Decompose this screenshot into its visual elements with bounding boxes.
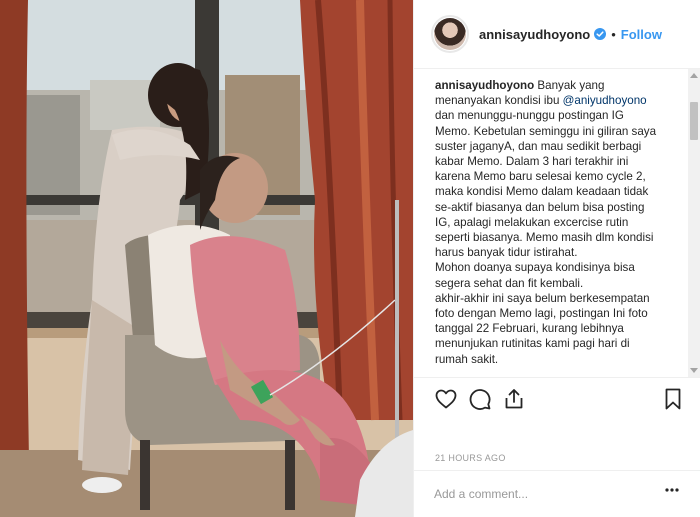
- heart-icon[interactable]: [434, 387, 458, 411]
- caption-line: tanggal 22 Februari, kurang lebihnya: [435, 321, 683, 336]
- caption-line: akhir-akhir ini saya belum berkesempatan: [435, 291, 683, 306]
- post-header: annisayudhoyono • Follow: [414, 0, 700, 69]
- follow-button[interactable]: Follow: [621, 27, 662, 42]
- comment-bar: [414, 470, 700, 517]
- post-actions: [414, 377, 700, 419]
- caption-text: harus banyak tidur istirahat.: [435, 246, 578, 260]
- caption-text: seperti biasanya. Memo masih dlm kondisi: [435, 231, 654, 245]
- caption-text: IG, apalagi melakukan excercise rutin: [435, 215, 629, 229]
- caption-scrollbar[interactable]: [688, 69, 700, 377]
- caption-text: suster jaganyA, dan mau sedikit berbagi: [435, 139, 642, 153]
- caption-text: segera sehat dan fit kembali.: [435, 276, 584, 290]
- caption-mention-link[interactable]: @aniyudhoyono: [563, 94, 647, 107]
- post-details-panel: annisayudhoyono • Follow annisayudhoyono…: [413, 0, 700, 517]
- caption-username[interactable]: annisayudhoyono: [435, 79, 534, 92]
- caption-line: kabar Memo. Dalam 3 hari terakhir ini: [435, 154, 683, 169]
- bookmark-icon[interactable]: [661, 387, 685, 411]
- caption-text: Mohon doanya supaya kondisinya bisa: [435, 261, 635, 275]
- more-options-icon[interactable]: [665, 488, 679, 492]
- post-caption: annisayudhoyono Banyak yang menanyakan ko…: [435, 78, 683, 367]
- comment-input[interactable]: [434, 484, 644, 504]
- caption-line: karena Memo baru selesai kemo cycle 2,: [435, 169, 683, 184]
- caption-line: suster jaganyA, dan mau sedikit berbagi: [435, 139, 683, 154]
- verified-badge-icon: [594, 28, 607, 40]
- caption-text: se-aktif biasanya dan belum bisa posting: [435, 200, 645, 214]
- caption-line: maka kondisi Memo dalam keadaan tidak: [435, 184, 683, 199]
- caption-line: Mohon doanya supaya kondisinya bisa: [435, 260, 683, 275]
- caption-text: karena Memo baru selesai kemo cycle 2,: [435, 170, 646, 184]
- caption-text: akhir-akhir ini saya belum berkesempatan: [435, 291, 650, 305]
- caption-scroll-area[interactable]: annisayudhoyono Banyak yang menanyakan ko…: [414, 69, 700, 374]
- header-separator: •: [611, 26, 616, 42]
- scroll-up-arrow-icon[interactable]: [690, 73, 698, 78]
- caption-text: maka kondisi Memo dalam keadaan tidak: [435, 185, 649, 199]
- caption-line: menunjukan rutinitas kami pagi hari di: [435, 336, 683, 351]
- caption-line: dan menunggu-nunggu postingan IG: [435, 108, 683, 123]
- caption-line: annisayudhoyono Banyak yang: [435, 78, 683, 93]
- caption-text: Banyak yang: [534, 79, 605, 92]
- caption-line: menanyakan kondisi ibu @aniyudhoyono: [435, 93, 683, 108]
- caption-text: Memo. Kebetulan seminggu ini giliran say…: [435, 124, 657, 138]
- header-username[interactable]: annisayudhoyono: [479, 27, 590, 42]
- caption-text: tanggal 22 Februari, kurang lebihnya: [435, 322, 624, 336]
- scrollbar-thumb[interactable]: [690, 102, 698, 140]
- caption-line: se-aktif biasanya dan belum bisa posting: [435, 200, 683, 215]
- caption-line: Memo. Kebetulan seminggu ini giliran say…: [435, 124, 683, 139]
- caption-text: rumah sakit.: [435, 352, 499, 366]
- caption-text: menunjukan rutinitas kami pagi hari di: [435, 337, 630, 351]
- share-icon[interactable]: [502, 387, 526, 411]
- caption-line: IG, apalagi melakukan excercise rutin: [435, 215, 683, 230]
- caption-text: menanyakan kondisi ibu: [435, 94, 563, 108]
- caption-text: foto dengan Memo lagi, postingan Ini fot…: [435, 307, 648, 321]
- caption-line: harus banyak tidur istirahat.: [435, 245, 683, 260]
- speech-bubble-icon[interactable]: [468, 387, 492, 411]
- caption-line: rumah sakit.: [435, 352, 683, 367]
- post-photo-illustration: [0, 0, 413, 517]
- post-photo[interactable]: [0, 0, 413, 517]
- avatar-image: [434, 18, 466, 50]
- caption-line: segera sehat dan fit kembali.: [435, 276, 683, 291]
- avatar[interactable]: [431, 15, 469, 53]
- caption-line: foto dengan Memo lagi, postingan Ini fot…: [435, 306, 683, 321]
- caption-text: dan menunggu-nunggu postingan IG: [435, 109, 624, 123]
- post-timestamp: 21 HOURS AGO: [435, 453, 506, 463]
- caption-line: seperti biasanya. Memo masih dlm kondisi: [435, 230, 683, 245]
- caption-text: kabar Memo. Dalam 3 hari terakhir ini: [435, 155, 629, 169]
- scroll-down-arrow-icon[interactable]: [690, 368, 698, 373]
